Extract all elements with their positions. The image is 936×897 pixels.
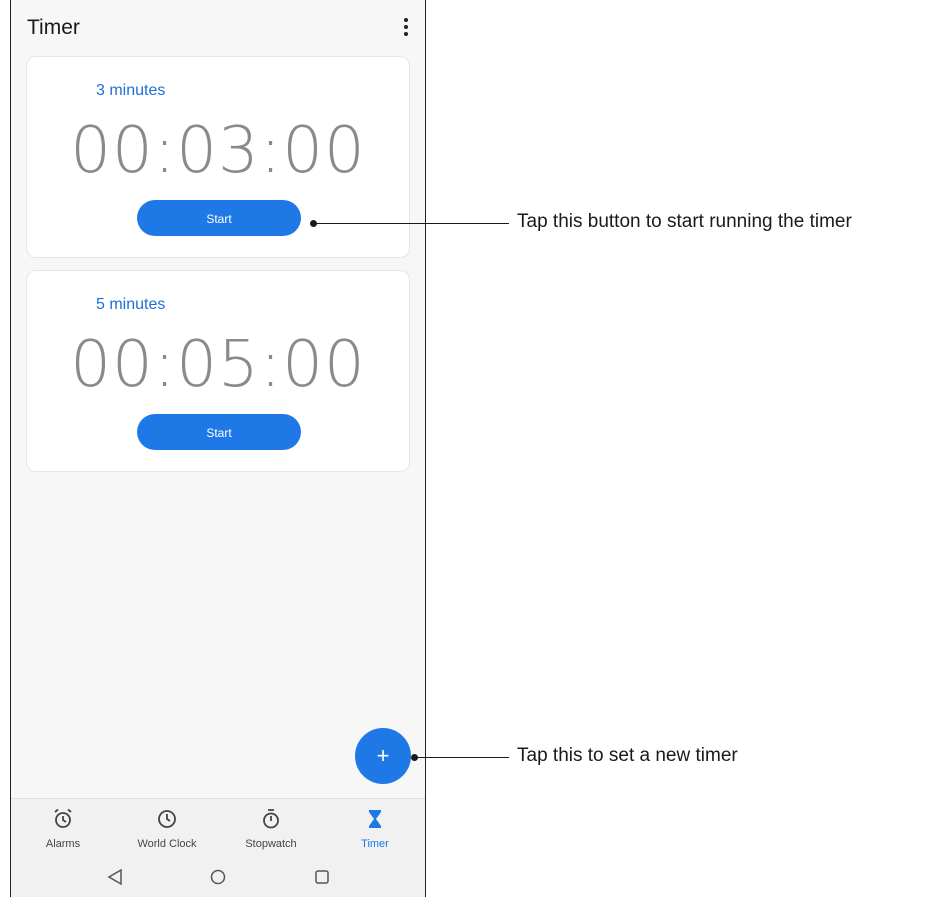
stopwatch-icon: [219, 807, 323, 831]
callout-line: [314, 223, 509, 224]
timer-name: 3 minutes: [96, 82, 166, 99]
callout-start-text: Tap this button to start running the tim…: [517, 211, 852, 232]
start-button[interactable]: Start: [137, 200, 301, 236]
tab-label: Stopwatch: [245, 838, 297, 850]
tab-label: Alarms: [45, 838, 81, 850]
clock-icon: [115, 807, 219, 831]
alarm-icon: [11, 807, 115, 831]
tab-label: Timer: [361, 838, 389, 850]
timer-card[interactable]: 5 minutes 00:05:00 Start: [26, 270, 410, 472]
tab-alarms[interactable]: Alarms: [11, 799, 115, 859]
more-vert-icon[interactable]: [401, 18, 411, 40]
plus-icon: +: [376, 743, 390, 768]
timer-time: 00:05:00: [70, 328, 366, 402]
app-bar: Timer: [11, 0, 425, 56]
system-nav-bar: [11, 858, 425, 897]
home-icon[interactable]: [198, 866, 238, 888]
start-button[interactable]: Start: [137, 414, 301, 450]
add-timer-button[interactable]: +: [355, 728, 411, 784]
callout-line: [415, 757, 509, 758]
callout-fab-text: Tap this to set a new timer: [517, 745, 738, 766]
hourglass-icon: [323, 807, 427, 831]
tab-timer[interactable]: Timer: [323, 799, 427, 859]
back-icon[interactable]: [95, 866, 135, 888]
tab-world-clock[interactable]: World Clock: [115, 799, 219, 859]
tab-stopwatch[interactable]: Stopwatch: [219, 799, 323, 859]
recents-icon[interactable]: [302, 866, 342, 888]
timer-name: 5 minutes: [96, 296, 166, 313]
timer-time: 00:03:00: [70, 114, 366, 188]
bottom-tab-bar: Alarms World Clock Stopwatch Timer: [11, 798, 425, 859]
page-title: Timer: [27, 16, 80, 39]
phone-screen: Timer 3 minutes 00:03:00 Start 5 minutes…: [10, 0, 426, 897]
tab-label: World Clock: [137, 838, 197, 850]
timer-card[interactable]: 3 minutes 00:03:00 Start: [26, 56, 410, 258]
